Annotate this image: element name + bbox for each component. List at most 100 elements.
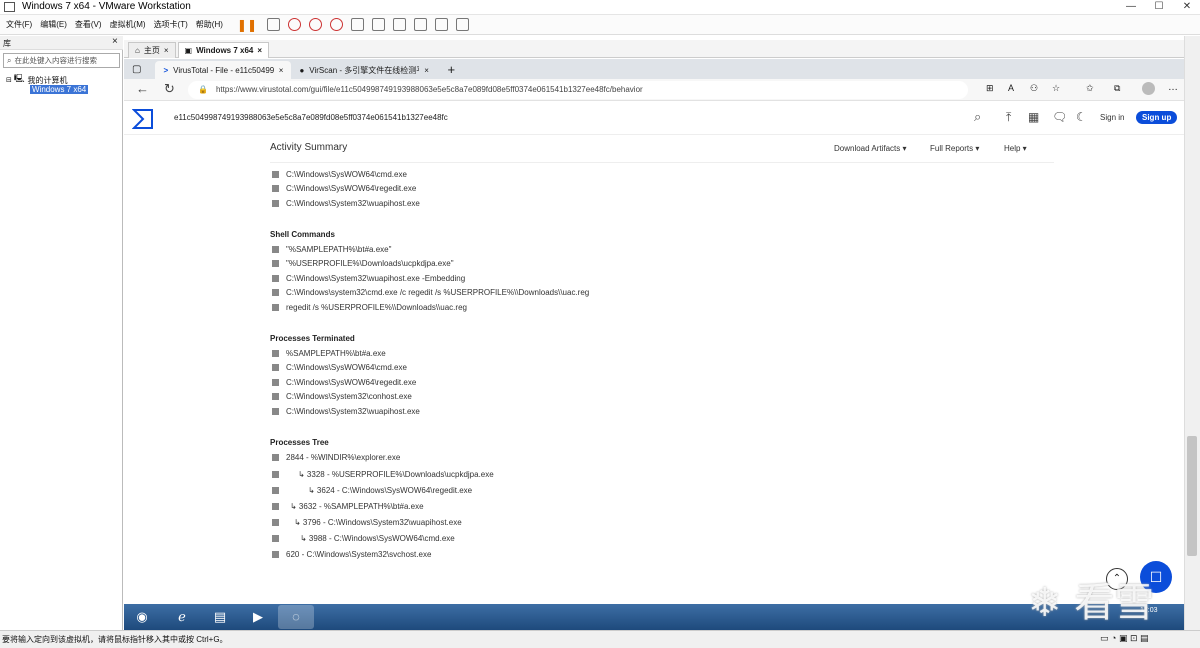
media-player-icon[interactable]: ▶ [240, 605, 276, 629]
library-search-input[interactable]: ⌕ 在此处键入内容进行搜索 [3, 53, 120, 68]
library-title: 库 [3, 39, 11, 48]
edge-tab-label: VirScan - 多引擎文件在线检测平 [309, 65, 420, 75]
menu-tabs[interactable]: 选项卡(T) [154, 19, 188, 30]
profile-avatar[interactable] [1142, 82, 1155, 95]
tree-root-label: 我的计算机 [27, 75, 68, 85]
process-icon [272, 551, 279, 559]
theme-toggle-icon[interactable]: ☾ [1076, 110, 1087, 124]
scrollbar-thumb[interactable] [1187, 436, 1197, 556]
apps-grid-icon[interactable]: ▦ [1028, 110, 1039, 124]
collections-icon[interactable]: ⧉ [1114, 83, 1120, 94]
sign-in-link[interactable]: Sign in [1100, 113, 1124, 122]
menu-vm[interactable]: 虚拟机(M) [110, 19, 146, 30]
refresh-icon[interactable]: ↻ [164, 81, 175, 97]
processes-terminated-list: %SAMPLEPATH%\bt#a.exe C:\Windows\SysWOW6… [270, 346, 1070, 419]
tab-close-icon[interactable]: × [257, 46, 262, 55]
entry-text: ↳ 3632 - %SAMPLEPATH%\bt#a.exe [290, 501, 424, 511]
full-reports-menu[interactable]: Full Reports ▾ [930, 144, 979, 153]
send-ctrl-alt-del-icon[interactable] [267, 18, 280, 31]
process-icon [272, 393, 279, 401]
process-icon [272, 502, 279, 510]
sign-up-button[interactable]: Sign up [1136, 111, 1178, 124]
command-icon [272, 260, 279, 268]
library-search-placeholder: 在此处键入内容进行搜索 [14, 56, 97, 65]
virscan-favicon-icon: ● [299, 65, 305, 75]
entry-text: C:\Windows\System32\wuapihost.exe -Embed… [286, 273, 466, 283]
notifications-icon[interactable]: 🗨 [1052, 110, 1067, 124]
menu-file[interactable]: 文件(F) [6, 19, 32, 30]
more-icon[interactable]: … [1168, 82, 1178, 93]
tracking-icon[interactable]: ⚇ [1030, 83, 1038, 94]
process-icon [272, 519, 279, 527]
app-icon[interactable]: ⊞ [986, 83, 994, 94]
download-artifacts-menu[interactable]: Download Artifacts ▾ [834, 144, 907, 153]
top-entries-list: C:\Windows\SysWOW64\cmd.exe C:\Windows\S… [270, 167, 1070, 211]
shell-commands-title: Shell Commands [270, 229, 335, 239]
pause-icon[interactable]: ❚❚ [237, 18, 257, 32]
new-tab-icon[interactable]: + [447, 62, 455, 77]
back-icon[interactable]: ← [136, 81, 149, 96]
fullscreen-icon[interactable] [393, 18, 406, 31]
tab-home[interactable]: ⌂ 主页 × [128, 42, 176, 58]
entry-text: C:\Windows\SysWOW64\cmd.exe [286, 363, 407, 373]
process-icon [272, 364, 279, 372]
ie-icon[interactable]: ℯ [164, 605, 200, 629]
processes-tree-list: 2844 - %WINDIR%\explorer.exe ↳ 3328 - %U… [270, 450, 1070, 563]
console-icon[interactable] [435, 18, 448, 31]
favorites-icon[interactable]: ✩ [1086, 83, 1094, 94]
tab-vm[interactable]: ▣ Windows 7 x64 × [177, 42, 270, 58]
edge-taskbar-icon[interactable]: ◌ [278, 605, 314, 629]
menu-help[interactable]: 帮助(H) [196, 19, 223, 30]
snapshot-icon[interactable] [288, 18, 301, 31]
thumbnail-icon[interactable] [372, 18, 385, 31]
search-icon[interactable]: ⌕ [974, 109, 981, 125]
snapshot-manager-icon[interactable] [330, 18, 343, 31]
list-item: "%USERPROFILE%\Downloads\ucpkdjpa.exe" [270, 256, 1070, 271]
collapse-icon[interactable]: ⊟ [6, 76, 12, 84]
read-aloud-icon[interactable]: A [1008, 83, 1014, 93]
guest-screen[interactable]: ▢ > VirusTotal - File - e11c5049987 × ● … [124, 59, 1184, 630]
vertical-scrollbar[interactable] [1184, 36, 1200, 630]
virustotal-logo-icon[interactable] [132, 108, 154, 130]
library-close-icon[interactable]: × [112, 36, 118, 47]
tab-close-icon[interactable]: × [164, 46, 169, 55]
stretch-icon[interactable] [456, 18, 469, 31]
minimize-icon[interactable]: — [1120, 0, 1142, 14]
edge-tab-virustotal[interactable]: > VirusTotal - File - e11c5049987 × [155, 61, 292, 79]
tab-actions-icon[interactable]: ▢ [132, 64, 141, 75]
library-panel: 库 × ⌕ 在此处键入内容进行搜索 ⊟ 🖳 我的计算机 Windows 7 x6… [0, 36, 123, 630]
url-input[interactable]: 🔒 https://www.virustotal.com/gui/file/e11… [188, 81, 968, 99]
vmware-statusbar: 要将输入定向到该虚拟机，请将鼠标指针移入其中或按 Ctrl+G。 ▭ ◔ ▣ ⊡… [0, 630, 1200, 648]
close-icon[interactable]: ✕ [1176, 0, 1198, 14]
show-library-icon[interactable] [351, 18, 364, 31]
status-text: 要将输入定向到该虚拟机，请将鼠标指针移入其中或按 Ctrl+G。 [2, 635, 228, 644]
explorer-icon[interactable]: ▤ [202, 605, 238, 629]
entry-text: ↳ 3328 - %USERPROFILE%\Downloads\ucpkdjp… [298, 469, 494, 479]
list-item: %SAMPLEPATH%\bt#a.exe [270, 346, 1070, 361]
tab-close-icon[interactable]: × [279, 66, 284, 75]
edge-tab-strip: ▢ > VirusTotal - File - e11c5049987 × ● … [124, 59, 1184, 79]
device-icons[interactable]: ▭ ◔ ▣ ⊡ ▤ [1100, 633, 1149, 644]
edge-tab-virscan[interactable]: ● VirScan - 多引擎文件在线检测平 × [291, 61, 441, 79]
menu-edit[interactable]: 编辑(E) [40, 19, 67, 30]
process-icon [272, 535, 279, 543]
entry-text: "%USERPROFILE%\Downloads\ucpkdjpa.exe" [286, 259, 454, 269]
list-item: C:\Windows\System32\wuapihost.exe -Embed… [270, 271, 1070, 286]
process-icon [272, 407, 279, 415]
favorite-icon[interactable]: ☆ [1052, 83, 1060, 94]
maximize-icon[interactable]: ☐ [1148, 0, 1170, 14]
virustotal-favicon-icon: > [163, 65, 169, 75]
process-icon [272, 486, 279, 494]
vt-search-hash[interactable]: e11c504998749193988063e5e5c8a7e089fd08e5… [174, 113, 448, 122]
start-orb-icon[interactable]: ◉ [124, 605, 160, 629]
command-icon [272, 245, 279, 253]
entry-text: 2844 - %WINDIR%\explorer.exe [286, 453, 401, 463]
unity-icon[interactable] [414, 18, 427, 31]
command-icon [272, 289, 279, 297]
tree-vm-item[interactable]: Windows 7 x64 [30, 85, 89, 94]
menu-view[interactable]: 查看(V) [75, 19, 102, 30]
help-menu[interactable]: Help ▾ [1004, 144, 1027, 153]
tab-close-icon[interactable]: × [424, 66, 429, 75]
revert-snapshot-icon[interactable] [309, 18, 322, 31]
upload-icon[interactable]: ⤒ [1006, 110, 1011, 125]
